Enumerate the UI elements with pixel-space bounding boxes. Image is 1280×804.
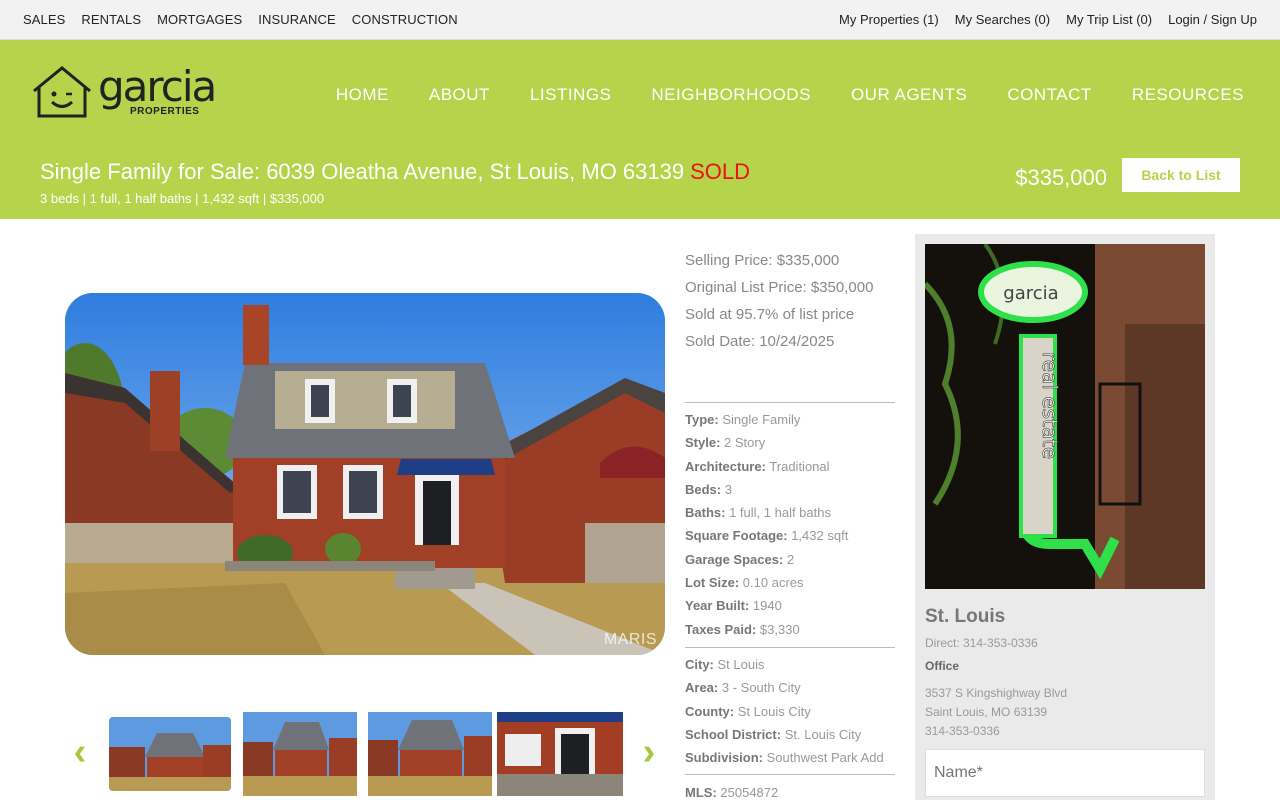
page-title: Single Family for Sale: 6039 Oleatha Ave…	[40, 159, 750, 185]
selling-price: Selling Price: $335,000	[685, 252, 840, 269]
nav-contact[interactable]: CONTACT	[1007, 85, 1091, 105]
thumbnail-3[interactable]	[368, 712, 492, 796]
main-listing-photo[interactable]: MARIS	[65, 293, 665, 655]
fact-area: Area: 3 - South City	[685, 680, 801, 696]
thumbnail-4[interactable]	[497, 712, 623, 796]
thumbnail-2[interactable]	[243, 712, 357, 796]
thumbnail-3-image	[368, 712, 492, 796]
price-summary: Selling Price: $335,000 Original List Pr…	[685, 252, 873, 360]
mls-facts: MLS: 25054872	[685, 781, 778, 804]
my-properties-link[interactable]: My Properties (1)	[839, 12, 939, 27]
mls-watermark: MARIS	[603, 631, 657, 648]
utility-nav-left: SALES RENTALS MORTGAGES INSURANCE CONSTR…	[23, 12, 474, 27]
fact-county: County: St Louis City	[685, 703, 811, 719]
utility-nav-right: My Properties (1) My Searches (0) My Tri…	[823, 12, 1257, 27]
house-smile-icon	[33, 66, 91, 118]
utility-link-construction[interactable]: CONSTRUCTION	[352, 12, 458, 27]
fact-city: City: St Louis	[685, 657, 765, 672]
site-header: garcia PROPERTIES HOME ABOUT LISTINGS NE…	[0, 40, 1280, 219]
original-list-price: Original List Price: $350,000	[685, 279, 874, 296]
divider	[685, 647, 895, 648]
thumbnail-prev-arrow[interactable]: ‹	[68, 733, 92, 771]
back-to-list-button[interactable]: Back to List	[1122, 158, 1240, 192]
fact-beds: Beds: 3	[685, 481, 732, 497]
utility-link-mortgages[interactable]: MORTGAGES	[157, 12, 242, 27]
neon-sign-illustration: garcia real estate	[925, 244, 1205, 589]
my-searches-link[interactable]: My Searches (0)	[955, 12, 1050, 27]
fact-lot-size: Lot Size: 0.10 acres	[685, 575, 804, 591]
sign-logo-text: garcia	[1003, 283, 1058, 304]
fact-garage-spaces: Garage Spaces: 2	[685, 551, 795, 567]
divider	[685, 774, 895, 775]
nav-listings[interactable]: LISTINGS	[530, 85, 611, 105]
utility-link-rentals[interactable]: RENTALS	[81, 12, 141, 27]
property-facts: Type: Single Family Style: 2 Story Archi…	[685, 408, 848, 641]
utility-link-insurance[interactable]: INSURANCE	[258, 12, 335, 27]
my-trip-list-link[interactable]: My Trip List (0)	[1066, 12, 1152, 27]
nav-our-agents[interactable]: OUR AGENTS	[851, 85, 967, 105]
thumbnail-next-arrow[interactable]: ›	[637, 733, 661, 771]
office-address-line2: Saint Louis, MO 63139	[925, 705, 1048, 719]
location-facts: City: St Louis Area: 3 - South City Coun…	[685, 653, 884, 769]
garcia-logo[interactable]: garcia PROPERTIES	[30, 64, 217, 120]
house-photo-illustration	[65, 293, 665, 655]
fact-type: Type: Single Family	[685, 412, 801, 427]
fact-mls: MLS: 25054872	[685, 785, 779, 800]
nav-home[interactable]: HOME	[336, 85, 389, 105]
listing-title-block: Single Family for Sale: 6039 Oleatha Ave…	[40, 159, 750, 206]
logo-wordmark: garcia	[98, 62, 217, 111]
fact-taxes-paid: Taxes Paid: $3,330	[685, 621, 800, 637]
sold-badge: SOLD	[690, 159, 751, 184]
login-signup-link[interactable]: Login / Sign Up	[1168, 12, 1257, 27]
thumbnail-1-image	[109, 717, 231, 791]
nav-about[interactable]: ABOUT	[429, 85, 490, 105]
fact-school-district: School District: St. Louis City	[685, 726, 862, 742]
divider	[685, 402, 895, 403]
office-address-line1: 3537 S Kingshighway Blvd	[925, 686, 1068, 700]
main-nav: HOME ABOUT LISTINGS NEIGHBORHOODS OUR AG…	[296, 85, 1244, 105]
listing-price: $335,000	[1015, 165, 1107, 190]
fact-style: Style: 2 Story	[685, 435, 766, 451]
fact-subdivision: Subdivision: Southwest Park Add	[685, 750, 884, 766]
office-address: 3537 S Kingshighway Blvd Saint Louis, MO…	[925, 684, 1067, 741]
thumbnail-2-image	[243, 712, 357, 796]
office-sign-photo: garcia real estate	[925, 244, 1205, 589]
thumbnail-1[interactable]	[107, 715, 233, 793]
listing-summary: 3 beds | 1 full, 1 half baths | 1,432 sq…	[40, 191, 325, 206]
nav-resources[interactable]: RESOURCES	[1132, 85, 1244, 105]
thumbnail-4-image	[497, 712, 623, 796]
office-phone[interactable]: 314-353-0336	[925, 722, 1067, 741]
nav-neighborhoods[interactable]: NEIGHBORHOODS	[651, 85, 811, 105]
utility-bar: SALES RENTALS MORTGAGES INSURANCE CONSTR…	[0, 0, 1280, 40]
office-label: Office	[925, 659, 960, 673]
sign-text: real estate	[1038, 352, 1062, 459]
sold-date: Sold Date: 10/24/2025	[685, 333, 835, 350]
fact-architecture: Architecture: Traditional	[685, 458, 830, 474]
listing-title: Single Family for Sale: 6039 Oleatha Ave…	[40, 159, 685, 184]
office-direct-phone[interactable]: Direct: 314-353-0336	[925, 636, 1038, 650]
fact-baths: Baths: 1 full, 1 half baths	[685, 505, 831, 521]
fact-square-footage: Square Footage: 1,432 sqft	[685, 528, 849, 544]
office-city: St. Louis	[925, 606, 1006, 627]
office-card: garcia real estate St. Louis Direct: 314…	[915, 234, 1215, 800]
utility-link-sales[interactable]: SALES	[23, 12, 65, 27]
sold-percent: Sold at 95.7% of list price	[685, 306, 855, 323]
logo-subtitle: PROPERTIES	[130, 106, 200, 117]
fact-year-built: Year Built: 1940	[685, 598, 782, 614]
name-input[interactable]	[925, 749, 1205, 797]
